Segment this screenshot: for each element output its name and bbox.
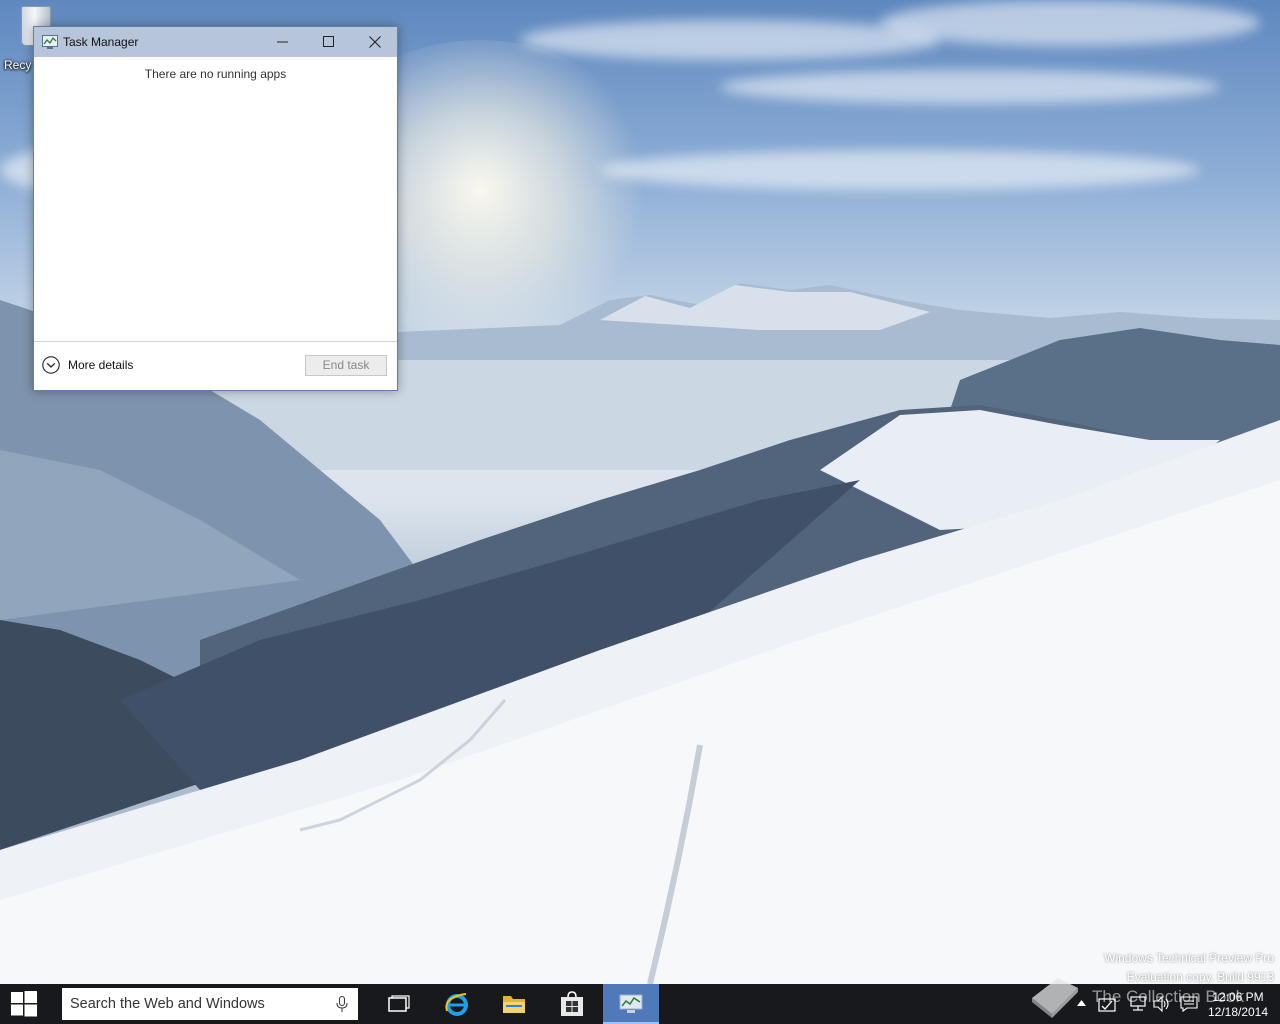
footer-divider: [34, 341, 397, 342]
search-placeholder: Search the Web and Windows: [70, 996, 265, 1012]
collection-book-overlay-logo: The Collection Book: [1028, 974, 1244, 1020]
task-manager-icon: [619, 994, 643, 1013]
maximize-icon: [323, 36, 334, 47]
folder-icon: [503, 996, 525, 1013]
store-bag-icon: [561, 991, 583, 1016]
internet-explorer-icon: [445, 993, 468, 1016]
microphone-icon[interactable]: [336, 996, 348, 1013]
more-details-label: More details: [68, 358, 134, 372]
book-logo-icon: [1032, 978, 1078, 1018]
end-task-button[interactable]: End task: [305, 355, 387, 376]
task-manager-app-icon: [42, 35, 58, 49]
overlay-logo-text: The Collection Book: [1092, 987, 1245, 1006]
task-manager-titlebar[interactable]: Task Manager: [34, 27, 397, 57]
taskbar-internet-explorer[interactable]: [434, 984, 480, 1024]
windows-logo-icon: [11, 991, 37, 1017]
task-view-icon: [388, 995, 410, 1012]
close-button[interactable]: [352, 27, 398, 57]
chevron-down-circle-icon: [42, 356, 60, 374]
window-title: Task Manager: [63, 35, 139, 49]
watermark-edition: Windows Technical Preview Pro: [1104, 951, 1274, 965]
more-details-toggle[interactable]: More details: [42, 356, 133, 374]
minimize-icon: [277, 41, 288, 43]
minimize-button[interactable]: [260, 27, 306, 57]
maximize-button[interactable]: [306, 27, 352, 57]
task-manager-window: Task Manager There are no running apps M…: [33, 26, 398, 391]
no-apps-message: There are no running apps: [144, 67, 287, 81]
close-icon: [369, 36, 381, 48]
taskbar-store[interactable]: [549, 984, 595, 1024]
search-box[interactable]: Search the Web and Windows: [62, 988, 358, 1020]
taskbar-task-manager[interactable]: [603, 984, 659, 1024]
start-button[interactable]: [0, 984, 48, 1024]
task-view-button[interactable]: [376, 984, 422, 1024]
taskbar-file-explorer[interactable]: [491, 984, 537, 1024]
